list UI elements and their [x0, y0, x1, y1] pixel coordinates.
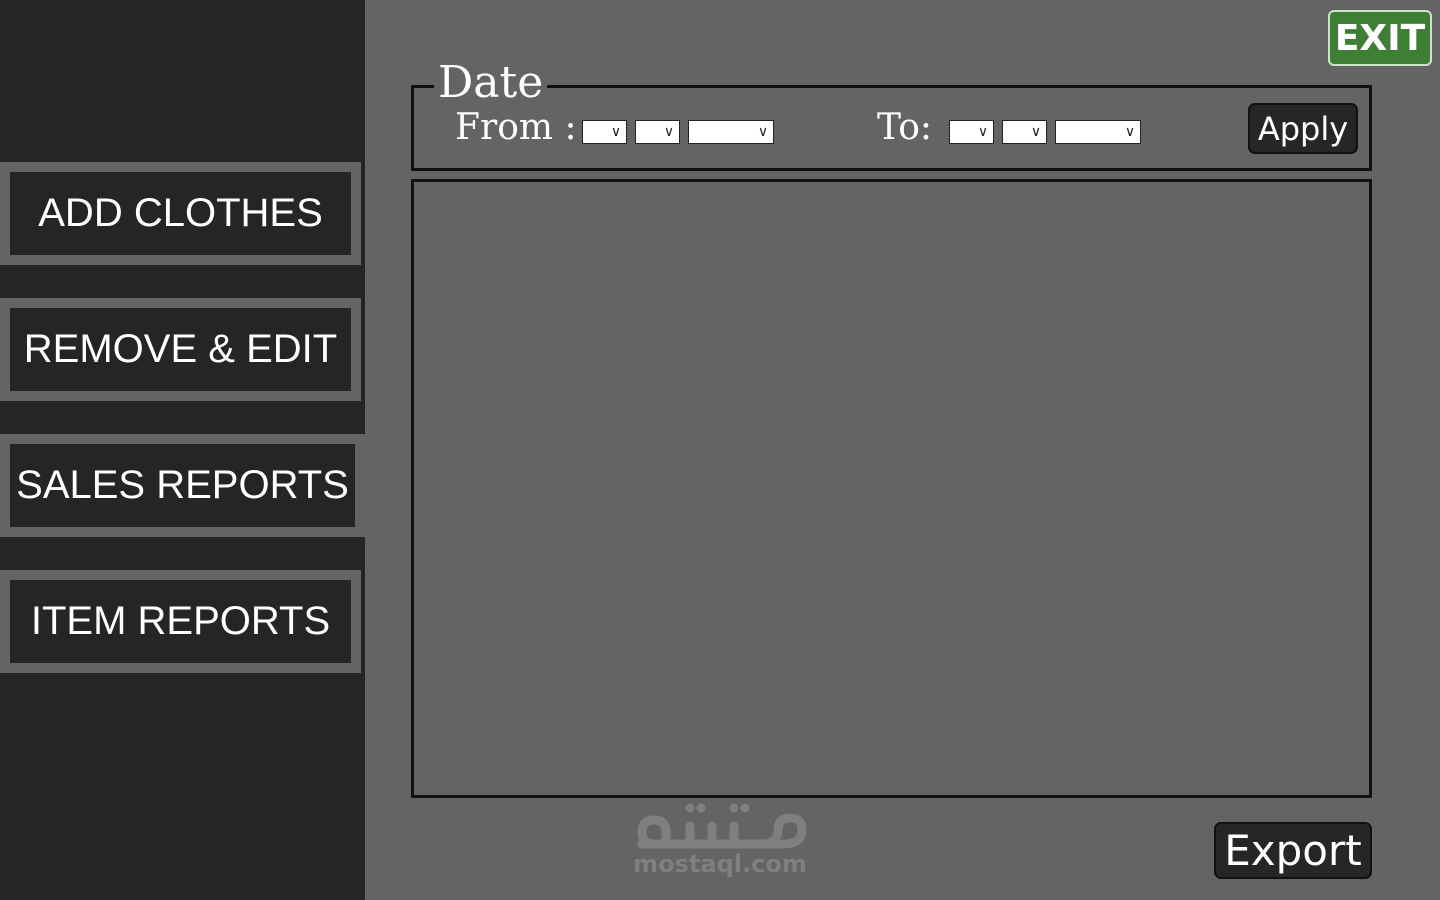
from-label: From :	[455, 107, 577, 148]
to-month-select[interactable]: ∨	[1002, 120, 1047, 144]
remove-edit-button[interactable]: REMOVE & EDIT	[10, 308, 351, 391]
to-label: To:	[877, 107, 933, 148]
chevron-down-icon: ∨	[757, 124, 769, 140]
from-year-select[interactable]: ∨	[688, 120, 774, 144]
from-day-select[interactable]: ∨	[582, 120, 627, 144]
chevron-down-icon: ∨	[610, 124, 622, 140]
add-clothes-button[interactable]: ADD CLOTHES	[10, 172, 351, 255]
item-reports-button[interactable]: ITEM REPORTS	[10, 580, 351, 663]
sidebar: ADD CLOTHES REMOVE & EDIT SALES REPORTS …	[0, 0, 365, 900]
chevron-down-icon: ∨	[1030, 124, 1042, 140]
exit-button[interactable]: EXIT	[1328, 10, 1432, 66]
watermark: mostaql.com	[628, 798, 812, 884]
to-year-select[interactable]: ∨	[1055, 120, 1141, 144]
export-button[interactable]: Export	[1214, 822, 1372, 879]
date-legend: Date	[434, 58, 548, 108]
from-month-select[interactable]: ∨	[635, 120, 680, 144]
apply-button[interactable]: Apply	[1248, 103, 1358, 154]
mostaql-logo-icon	[637, 803, 806, 849]
chevron-down-icon: ∨	[663, 124, 675, 140]
watermark-text: mostaql.com	[633, 850, 807, 878]
sales-reports-button[interactable]: SALES REPORTS	[10, 444, 355, 527]
to-day-select[interactable]: ∨	[949, 120, 994, 144]
chevron-down-icon: ∨	[977, 124, 989, 140]
chevron-down-icon: ∨	[1124, 124, 1136, 140]
results-panel	[411, 179, 1372, 798]
